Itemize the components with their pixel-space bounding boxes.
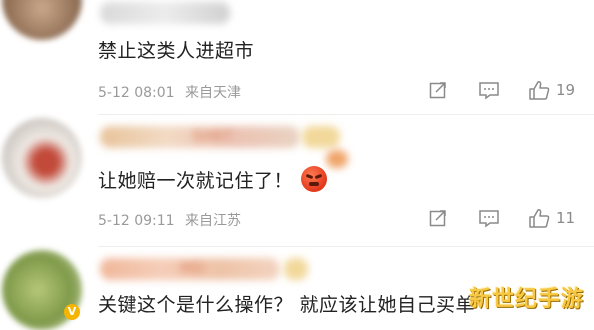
comment-meta: 5-12 09:11 来自江苏 (98, 210, 241, 230)
avatar[interactable] (2, 118, 82, 198)
badge-blurred (302, 126, 340, 148)
thumbs-up-icon (529, 209, 550, 228)
comment-item: SH87 让她赔一次就记住了！ 5-12 09:11 来自江苏 11 (0, 114, 594, 244)
username-blurred[interactable]: SH87 (100, 126, 300, 148)
comment-date: 5-12 09:11 (98, 213, 175, 229)
verified-badge-icon: V (64, 304, 80, 320)
comment-text-content: 让她赔一次就记住了！ (98, 170, 294, 192)
comment-location: 来自江苏 (185, 213, 242, 229)
badge-blurred (326, 150, 348, 168)
comment-icon (479, 210, 499, 228)
username-blurred[interactable] (100, 2, 230, 24)
angry-face-icon (301, 166, 328, 192)
comment-button[interactable] (478, 80, 500, 100)
comment-button[interactable] (478, 208, 500, 228)
comment-text: 关键这个是什么操作？ 就应该让她自己买单 (98, 294, 476, 316)
comment-location: 来自天津 (185, 85, 242, 101)
avatar[interactable] (2, 0, 82, 40)
share-icon (429, 82, 446, 99)
comment-date: 5-12 08:01 (98, 85, 175, 101)
like-count: 11 (556, 209, 576, 227)
username-fragment: MD (180, 259, 205, 277)
username-blurred[interactable]: MD (100, 258, 280, 280)
comment-meta: 5-12 08:01 来自天津 (98, 82, 241, 102)
comment-text: 让她赔一次就记住了！ (98, 166, 328, 193)
comment-item: 禁止这类人进超市 5-12 08:01 来自天津 19 (0, 0, 594, 120)
share-icon (429, 210, 446, 227)
username-fragment: SH87 (192, 127, 232, 145)
share-button[interactable] (428, 208, 448, 228)
like-button[interactable]: 11 (528, 207, 575, 229)
badge-blurred (284, 258, 308, 280)
comment-text: 禁止这类人进超市 (98, 40, 255, 62)
share-button[interactable] (428, 80, 448, 100)
like-count: 19 (556, 81, 576, 99)
like-button[interactable]: 19 (528, 79, 575, 101)
thumbs-up-icon (529, 81, 550, 100)
comment-icon (479, 82, 499, 100)
watermark-logo: 新世纪手游 (468, 287, 584, 312)
